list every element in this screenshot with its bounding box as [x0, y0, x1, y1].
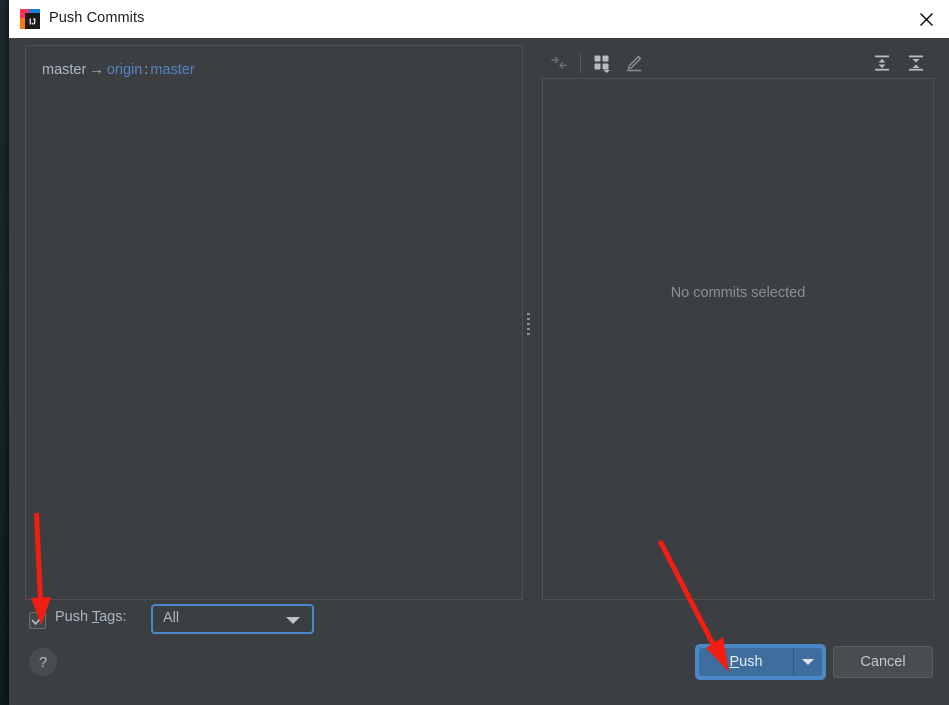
close-icon[interactable] — [903, 0, 949, 38]
layout-grid-icon[interactable] — [589, 50, 615, 76]
expand-all-icon[interactable] — [869, 50, 895, 76]
push-tags-selected-value: All — [163, 610, 179, 626]
push-spec-row[interactable]: master→origin:master — [42, 62, 195, 78]
svg-text:IJ: IJ — [29, 18, 36, 27]
remote-branch-link[interactable]: master — [150, 62, 194, 78]
dialog-content: master→origin:master — [9, 38, 949, 705]
commits-tree-panel[interactable]: master→origin:master — [25, 45, 523, 600]
splitter-grip-icon — [527, 313, 531, 335]
dialog-titlebar: IJ Push Commits — [9, 0, 949, 39]
details-toolbar — [539, 46, 933, 80]
chevron-down-icon — [286, 617, 300, 624]
toolbar-separator — [580, 53, 581, 73]
commit-details-panel[interactable]: No commits selected — [542, 78, 934, 600]
push-tags-select[interactable]: All — [151, 604, 314, 634]
panel-splitter-handle[interactable] — [524, 45, 534, 600]
remote-name-link[interactable]: origin — [107, 62, 142, 78]
dialog-title: Push Commits — [49, 10, 144, 26]
chevron-down-icon — [802, 659, 814, 665]
checkmark-icon — [31, 614, 44, 627]
help-button[interactable]: ? — [29, 648, 57, 676]
local-branch-label: master — [42, 62, 86, 78]
push-tags-checkbox[interactable] — [29, 612, 46, 629]
push-commits-dialog: IJ Push Commits master→origin:master — [9, 0, 949, 705]
cancel-button[interactable]: Cancel — [833, 646, 933, 678]
edit-pencil-icon[interactable] — [621, 50, 647, 76]
push-tags-label: Push Tags: — [55, 609, 127, 625]
push-split-button: Push — [695, 644, 826, 680]
collapse-all-icon[interactable] — [903, 50, 929, 76]
push-button[interactable]: Push — [699, 648, 793, 676]
arrow-glyph-icon: → — [86, 62, 107, 78]
intellij-idea-icon: IJ — [20, 9, 40, 29]
no-commits-selected-label: No commits selected — [543, 285, 933, 301]
push-dropdown-button[interactable] — [794, 648, 822, 676]
collapse-sides-icon[interactable] — [546, 50, 572, 76]
